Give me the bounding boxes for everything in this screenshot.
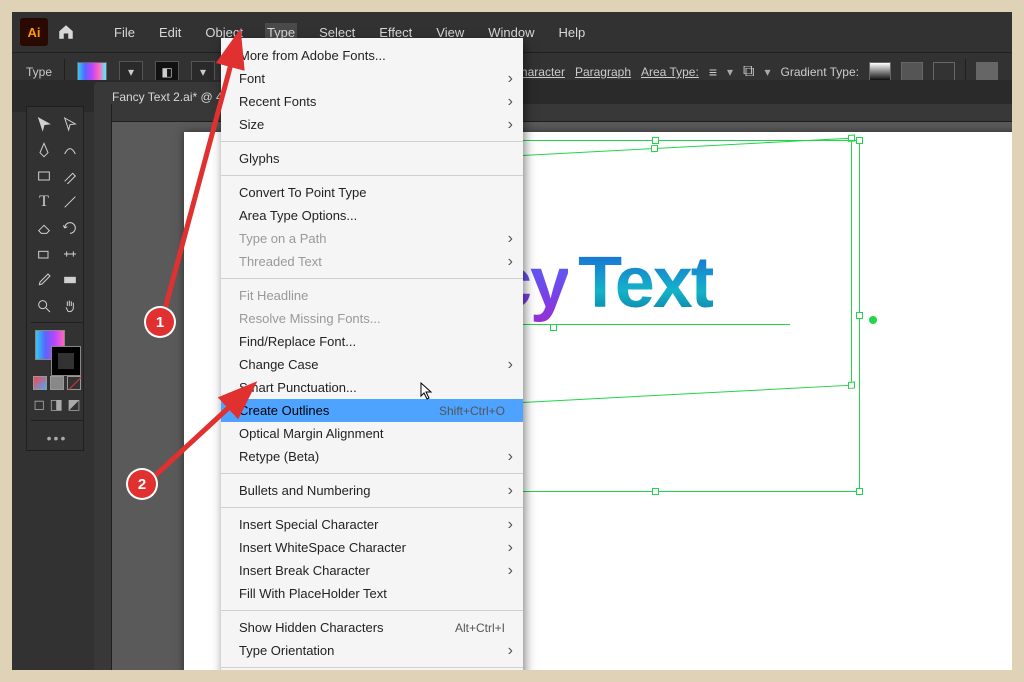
rotate-handle[interactable]	[869, 316, 877, 324]
app-icon: Ai	[20, 18, 48, 46]
menu-item-convert-point[interactable]: Convert To Point Type	[221, 181, 523, 204]
menu-divider	[221, 667, 523, 668]
selection-tool-icon[interactable]	[31, 111, 57, 137]
draw-inside-icon[interactable]: ◩	[67, 396, 80, 413]
pen-tool-icon[interactable]	[31, 137, 57, 163]
shape-builder-tool-icon[interactable]	[31, 241, 57, 267]
menu-divider	[221, 610, 523, 611]
menu-edit[interactable]: Edit	[157, 23, 183, 42]
draw-normal-icon[interactable]: ◻	[33, 396, 45, 413]
menu-file[interactable]: File	[112, 23, 137, 42]
menu-divider	[221, 278, 523, 279]
dropdown-icon[interactable]: ▾	[764, 65, 770, 79]
home-icon[interactable]	[52, 18, 80, 46]
fill-swatch[interactable]	[77, 62, 107, 82]
menu-item-type-on-path: Type on a Path	[221, 227, 523, 250]
align-icon[interactable]: ≡	[709, 64, 717, 80]
menu-item-insert-special[interactable]: Insert Special Character	[221, 513, 523, 536]
ruler-vertical	[94, 104, 112, 670]
illustrator-window: Ai File Edit Object Type Select Effect V…	[12, 12, 1012, 670]
type-menu-dropdown: More from Adobe Fonts... Font Recent Fon…	[221, 38, 523, 670]
zoom-tool-icon[interactable]	[31, 293, 57, 319]
edit-toolbar-icon[interactable]: •••	[31, 424, 83, 446]
direct-selection-tool-icon[interactable]	[57, 111, 83, 137]
selection-handle[interactable]	[652, 137, 659, 144]
color-modes	[31, 374, 83, 392]
menu-item-resolve-missing: Resolve Missing Fonts...	[221, 307, 523, 330]
rotate-tool-icon[interactable]	[57, 215, 83, 241]
draw-behind-icon[interactable]: ◨	[50, 396, 63, 413]
menu-item-bullets[interactable]: Bullets and Numbering	[221, 479, 523, 502]
color-mode-icon[interactable]	[33, 376, 47, 390]
dropdown-icon[interactable]: ▾	[727, 65, 733, 79]
menu-item-area-options[interactable]: Area Type Options...	[221, 204, 523, 227]
gradient-mode-icon[interactable]	[50, 376, 64, 390]
width-tool-icon[interactable]	[57, 241, 83, 267]
menu-item-smart-punct[interactable]: Smart Punctuation...	[221, 376, 523, 399]
annotation-badge-2: 2	[128, 470, 156, 498]
menu-item-glyphs[interactable]: Glyphs	[221, 147, 523, 170]
type-tool-icon[interactable]: T	[31, 189, 57, 215]
selection-handle[interactable]	[856, 488, 863, 495]
menu-item-find-replace[interactable]: Find/Replace Font...	[221, 330, 523, 353]
selection-handle[interactable]	[652, 488, 659, 495]
menu-item-size[interactable]: Size	[221, 113, 523, 136]
paragraph-link[interactable]: Paragraph	[575, 65, 631, 79]
shortcut-label: Alt+Ctrl+I	[455, 621, 505, 635]
menu-item-optical-margin[interactable]: Optical Margin Alignment	[221, 422, 523, 445]
shortcut-label: Shift+Ctrl+O	[439, 404, 505, 418]
menu-item-insert-ws[interactable]: Insert WhiteSpace Character	[221, 536, 523, 559]
curvature-tool-icon[interactable]	[57, 137, 83, 163]
menu-item-show-hidden[interactable]: Show Hidden CharactersAlt+Ctrl+I	[221, 616, 523, 639]
eraser-tool-icon[interactable]	[31, 215, 57, 241]
anchor-point[interactable]	[550, 324, 557, 331]
stroke-color-icon[interactable]	[51, 346, 81, 376]
screen-modes: ◻ ◨ ◩	[31, 392, 83, 417]
none-mode-icon[interactable]	[67, 376, 81, 390]
gradient-freeform-swatch[interactable]	[933, 62, 955, 82]
eyedropper-tool-icon[interactable]	[31, 267, 57, 293]
annotation-badge-1: 1	[146, 308, 174, 336]
selection-handle[interactable]	[856, 137, 863, 144]
rectangle-tool-icon[interactable]	[31, 163, 57, 189]
menu-item-create-outlines[interactable]: Create OutlinesShift+Ctrl+O	[221, 399, 523, 422]
chain-icon[interactable]: ⧉	[743, 63, 754, 81]
menu-help[interactable]: Help	[556, 23, 587, 42]
menu-item-more-fonts[interactable]: More from Adobe Fonts...	[221, 44, 523, 67]
menu-item-fill-placeholder[interactable]: Fill With PlaceHolder Text	[221, 582, 523, 605]
menu-divider	[221, 141, 523, 142]
menu-item-threaded-text: Threaded Text	[221, 250, 523, 273]
menu-item-insert-break[interactable]: Insert Break Character	[221, 559, 523, 582]
gradient-type-label: Gradient Type:	[781, 65, 860, 79]
selection-handle[interactable]	[856, 312, 863, 319]
line-tool-icon[interactable]	[57, 189, 83, 215]
gradient-edit-swatch[interactable]	[976, 62, 998, 82]
menu-item-font[interactable]: Font	[221, 67, 523, 90]
menu-item-recent-fonts[interactable]: Recent Fonts	[221, 90, 523, 113]
menu-item-change-case[interactable]: Change Case	[221, 353, 523, 376]
toolbox: T ◻ ◨ ◩ •••	[26, 106, 84, 451]
menu-item-retype[interactable]: Retype (Beta)	[221, 445, 523, 468]
options-type-label: Type	[26, 65, 52, 79]
cursor-icon	[420, 382, 434, 403]
paintbrush-tool-icon[interactable]	[57, 163, 83, 189]
menu-divider	[221, 175, 523, 176]
hand-tool-icon[interactable]	[57, 293, 83, 319]
gradient-radial-swatch[interactable]	[901, 62, 923, 82]
menu-item-type-orientation[interactable]: Type Orientation	[221, 639, 523, 662]
area-type-link[interactable]: Area Type:	[641, 65, 699, 79]
fill-stroke-control[interactable]	[31, 328, 83, 374]
gradient-linear-swatch[interactable]	[869, 62, 891, 82]
menu-item-fit-headline: Fit Headline	[221, 284, 523, 307]
menu-divider	[221, 507, 523, 508]
gradient-tool-icon[interactable]	[57, 267, 83, 293]
menu-divider	[221, 473, 523, 474]
